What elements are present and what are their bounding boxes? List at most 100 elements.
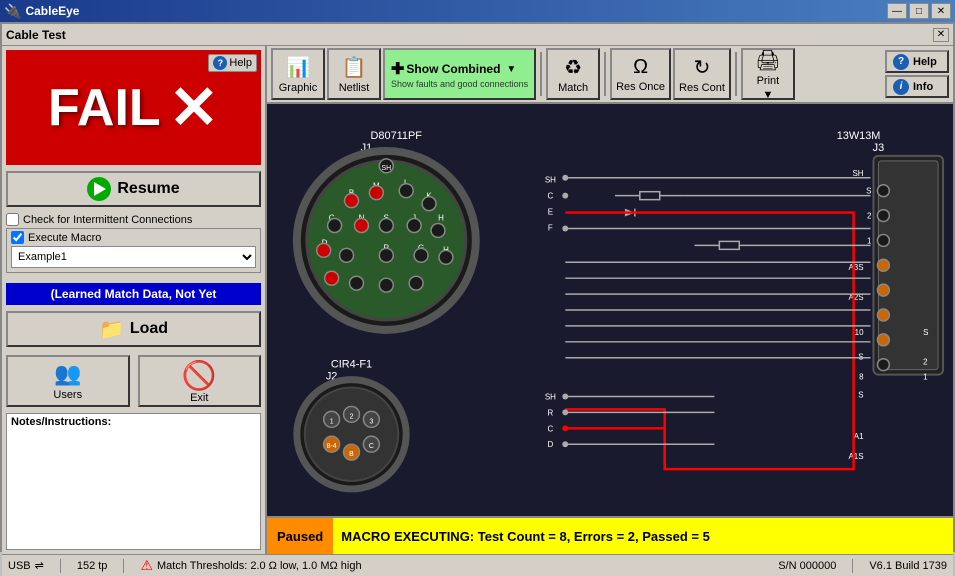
match-icon: ♻ bbox=[564, 55, 582, 80]
notes-label: Notes/Instructions: bbox=[11, 416, 256, 428]
tp-count: 152 tp bbox=[77, 560, 108, 572]
print-dropdown-icon: ▼ bbox=[762, 89, 773, 101]
svg-text:2: 2 bbox=[923, 358, 928, 367]
res-once-label: Res Once bbox=[616, 81, 665, 93]
version-label: V6.1 Build 1739 bbox=[869, 560, 947, 572]
macro-select[interactable]: Example1 bbox=[11, 246, 256, 268]
svg-text:C: C bbox=[369, 443, 374, 450]
execute-macro-label: Execute Macro bbox=[28, 232, 101, 244]
play-triangle bbox=[94, 182, 106, 196]
usb-section: USB ⇌ bbox=[8, 559, 44, 572]
title-bar: 🔌 CableEye — □ ✕ bbox=[0, 0, 955, 22]
load-button[interactable]: 📁 Load bbox=[6, 311, 261, 347]
help-badge[interactable]: ? Help bbox=[208, 54, 257, 72]
show-combined-icon: ✚ bbox=[391, 59, 404, 79]
toolbar-separator-3 bbox=[735, 52, 737, 96]
svg-text:S: S bbox=[858, 390, 863, 399]
svg-text:H: H bbox=[438, 214, 444, 223]
toolbar-separator-2 bbox=[604, 52, 606, 96]
res-once-button[interactable]: Ω Res Once bbox=[610, 48, 671, 100]
svg-text:A1: A1 bbox=[854, 432, 864, 441]
exit-button[interactable]: 🚫 Exit bbox=[138, 355, 262, 407]
users-button[interactable]: 👥 Users bbox=[6, 355, 130, 407]
app-title: 🔌 CableEye bbox=[4, 3, 79, 20]
svg-text:A1S: A1S bbox=[849, 452, 864, 461]
users-icon: 👥 bbox=[54, 361, 81, 387]
print-icon: 🖨 bbox=[755, 48, 780, 73]
window-title-bar: Cable Test ✕ bbox=[2, 24, 953, 46]
exit-label: Exit bbox=[190, 392, 208, 404]
intermittent-checkbox-row: Check for Intermittent Connections bbox=[6, 213, 261, 226]
svg-text:2: 2 bbox=[350, 413, 354, 420]
help-circle-icon: ? bbox=[213, 56, 227, 70]
close-button[interactable]: ✕ bbox=[931, 3, 951, 19]
intermittent-checkbox[interactable] bbox=[6, 213, 19, 226]
serial-label: S/N 000000 bbox=[778, 560, 836, 572]
netlist-button[interactable]: 📋 Netlist bbox=[327, 48, 381, 100]
execute-macro-checkbox[interactable] bbox=[11, 231, 24, 244]
left-panel: FAIL ✕ ? Help Resume Check for bbox=[2, 46, 267, 554]
diagram-area: D80711PF J1 SH B M bbox=[267, 104, 953, 516]
match-thresholds-label: Match Thresholds: 2.0 Ω low, 1.0 MΩ high bbox=[157, 560, 362, 572]
res-cont-button[interactable]: ↻ Res Cont bbox=[673, 48, 731, 100]
svg-text:10: 10 bbox=[855, 328, 864, 337]
res-once-icon: Ω bbox=[633, 56, 648, 79]
svg-text:C: C bbox=[547, 424, 553, 433]
svg-text:S: S bbox=[923, 328, 928, 337]
svg-text:SH: SH bbox=[545, 392, 556, 401]
svg-text:E: E bbox=[548, 208, 553, 217]
maximize-button[interactable]: □ bbox=[909, 3, 929, 19]
usb-icon: ⇌ bbox=[35, 559, 44, 572]
connector3-name: 13W13M bbox=[837, 130, 881, 142]
learned-match-box: (Learned Match Data, Not Yet bbox=[6, 283, 261, 305]
users-exit-row: 👥 Users 🚫 Exit bbox=[6, 355, 261, 407]
print-button[interactable]: 🖨 Print ▼ bbox=[741, 48, 795, 100]
help-button[interactable]: ? Help bbox=[885, 50, 949, 73]
minimize-button[interactable]: — bbox=[887, 3, 907, 19]
svg-text:1: 1 bbox=[330, 418, 334, 425]
window-close-button[interactable]: ✕ bbox=[933, 28, 949, 42]
netlist-icon: 📋 bbox=[342, 55, 367, 80]
toolbar-separator-1 bbox=[540, 52, 542, 96]
app-name-label: CableEye bbox=[25, 4, 79, 18]
paused-label: Paused bbox=[277, 529, 323, 544]
info-button[interactable]: i Info bbox=[885, 75, 949, 98]
learned-match-text: (Learned Match Data, Not Yet bbox=[51, 287, 217, 301]
resume-button[interactable]: Resume bbox=[6, 171, 261, 207]
usb-label: USB bbox=[8, 560, 31, 572]
show-combined-button[interactable]: ✚ Show Combined ▼ Show faults and good c… bbox=[383, 48, 536, 100]
right-panel: 📊 Graphic 📋 Netlist ✚ Show Combined ▼ Sh… bbox=[267, 46, 953, 554]
app-icon: 🔌 bbox=[4, 3, 21, 20]
netlist-label: Netlist bbox=[339, 82, 370, 94]
connector3-ref: J3 bbox=[873, 142, 885, 154]
graphic-label: Graphic bbox=[279, 82, 318, 94]
svg-text:1: 1 bbox=[867, 236, 872, 245]
dropdown-arrow-icon: ▼ bbox=[506, 64, 516, 75]
macro-status: MACRO EXECUTING: Test Count = 8, Errors … bbox=[333, 518, 953, 554]
help-label: Help bbox=[913, 56, 937, 68]
graphic-button[interactable]: 📊 Graphic bbox=[271, 48, 325, 100]
print-label: Print bbox=[757, 75, 780, 87]
svg-text:B: B bbox=[349, 451, 354, 458]
match-threshold-section: ⚠ Match Thresholds: 2.0 Ω low, 1.0 MΩ hi… bbox=[140, 557, 361, 574]
main-layout: FAIL ✕ ? Help Resume Check for bbox=[2, 46, 953, 554]
execute-macro-group: Execute Macro Example1 bbox=[6, 228, 261, 273]
toolbar: 📊 Graphic 📋 Netlist ✚ Show Combined ▼ Sh… bbox=[267, 46, 953, 104]
connector2-name: CIR4-F1 bbox=[331, 359, 372, 371]
svg-text:1: 1 bbox=[923, 373, 928, 382]
match-button[interactable]: ♻ Match bbox=[546, 48, 600, 100]
play-icon bbox=[87, 177, 111, 201]
window-controls[interactable]: — □ ✕ bbox=[887, 3, 951, 19]
macro-label: MACRO EXECUTING: Test Count = 8, Errors … bbox=[341, 529, 710, 544]
svg-text:8: 8 bbox=[859, 373, 864, 382]
notes-area: Notes/Instructions: bbox=[6, 413, 261, 550]
show-combined-label: Show Combined bbox=[406, 62, 500, 76]
serial-section: S/N 000000 bbox=[778, 560, 836, 572]
show-combined-sub: Show faults and good connections bbox=[391, 79, 528, 89]
warning-icon: ⚠ bbox=[140, 557, 153, 574]
bottom-bar: USB ⇌ 152 tp ⚠ Match Thresholds: 2.0 Ω l… bbox=[2, 554, 953, 576]
resume-label: Resume bbox=[117, 180, 179, 198]
main-window: Cable Test ✕ FAIL ✕ ? Help Resum bbox=[0, 22, 955, 552]
graphic-icon: 📊 bbox=[286, 55, 311, 80]
show-combined-title: ✚ Show Combined ▼ bbox=[391, 59, 516, 79]
